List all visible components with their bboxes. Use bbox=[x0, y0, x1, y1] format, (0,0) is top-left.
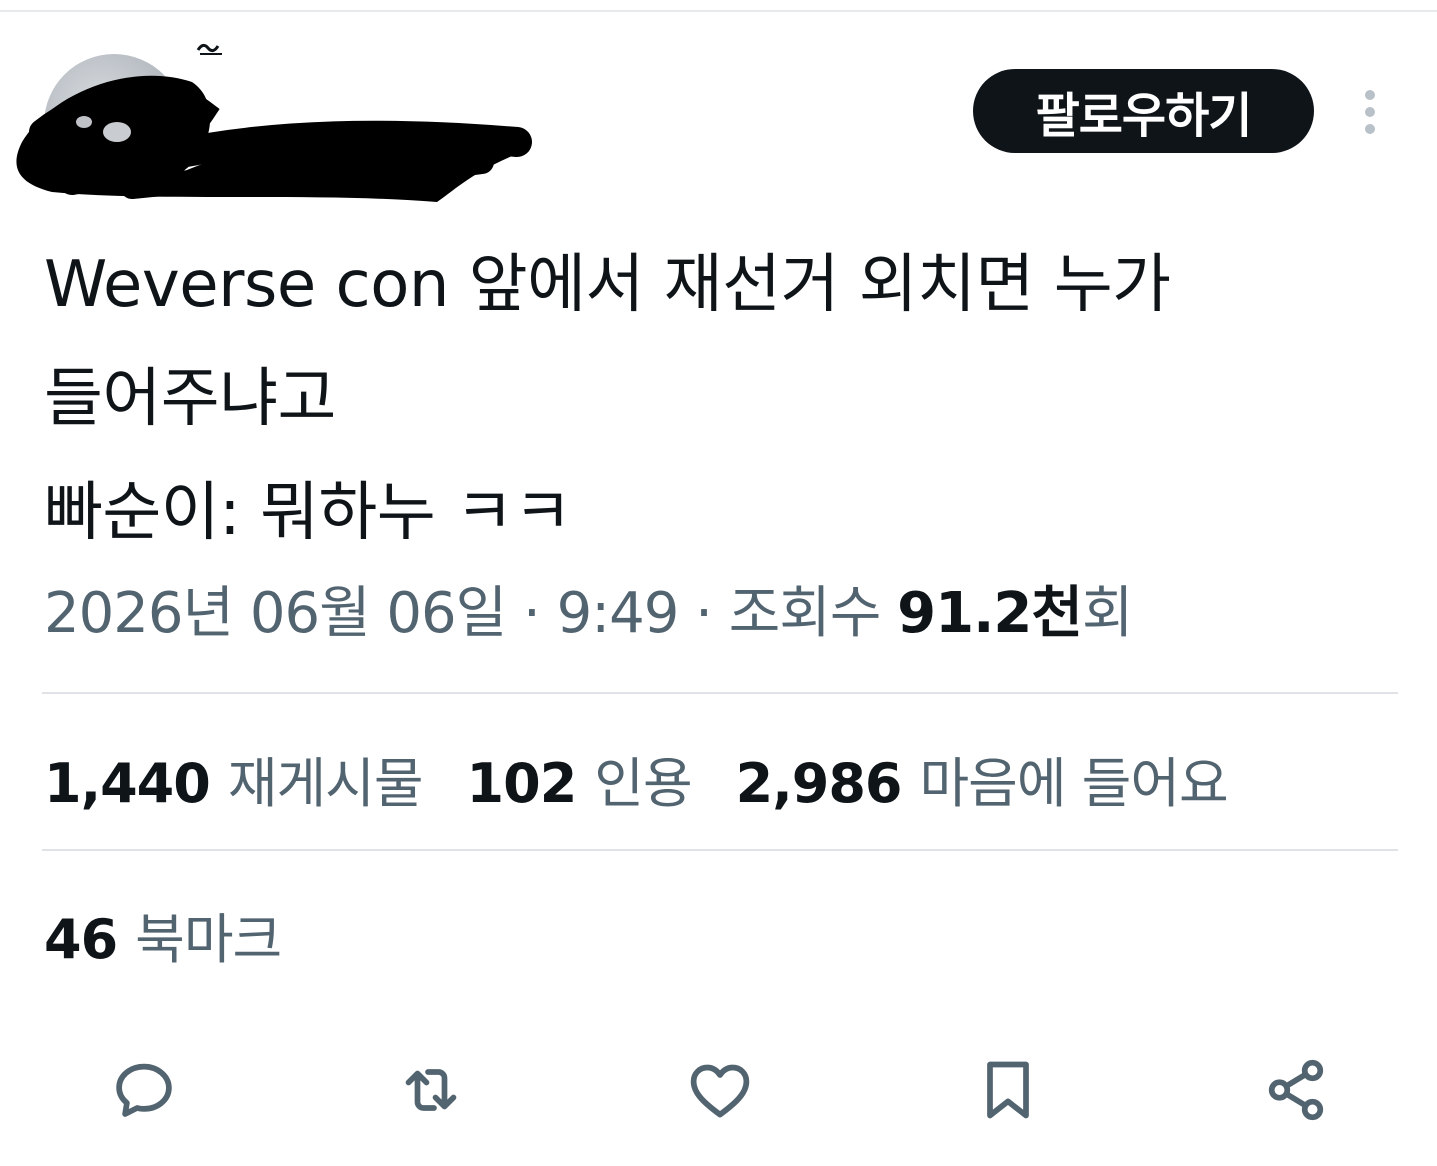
views-label: 조회수 bbox=[728, 581, 898, 646]
retweets-stat[interactable]: 1,440 재게시물 bbox=[44, 739, 424, 818]
tilde-mark bbox=[196, 43, 222, 55]
divider bbox=[42, 692, 1398, 694]
engagement-stats: 1,440 재게시물 102 인용 2,986 마음에 들어요 bbox=[44, 742, 1272, 815]
tweet-text-line: 빠순이: 뭐하누 ㅋㅋ bbox=[44, 476, 572, 550]
retweets-label: 재게시물 bbox=[227, 751, 424, 815]
share-button[interactable] bbox=[1256, 1050, 1336, 1130]
more-dot bbox=[1365, 90, 1375, 100]
author-handle[interactable]: @ i h bbox=[228, 128, 350, 179]
bookmarks-stat[interactable]: 46 북마크 bbox=[44, 895, 282, 974]
reply-icon bbox=[116, 1063, 172, 1117]
likes-count: 2,986 bbox=[735, 751, 903, 815]
meta-separator: · bbox=[506, 581, 557, 646]
more-dot bbox=[1365, 124, 1375, 134]
share-icon bbox=[1268, 1059, 1324, 1121]
more-dot bbox=[1365, 107, 1375, 117]
tweet-meta: 2026년 06월 06일 · 9:49 · 조회수 91.2천회 bbox=[44, 578, 1134, 650]
quotes-count: 102 bbox=[466, 751, 578, 815]
reply-button[interactable] bbox=[104, 1050, 184, 1130]
likes-stat[interactable]: 2,986 마음에 들어요 bbox=[735, 739, 1229, 818]
tweet-time[interactable]: 9:49 bbox=[557, 581, 680, 646]
follow-button[interactable]: 팔로우하기 bbox=[973, 69, 1314, 153]
avatar[interactable] bbox=[44, 54, 184, 194]
bookmark-button[interactable] bbox=[968, 1050, 1048, 1130]
meta-separator: · bbox=[678, 581, 729, 646]
tweet-date[interactable]: 2026년 06월 06일 bbox=[44, 581, 507, 646]
bookmarks-stat-row: 46 북마크 bbox=[44, 898, 325, 971]
likes-label: 마음에 들어요 bbox=[919, 751, 1228, 815]
tweet-detail-page: @ i h 팔로우하기 Weverse con 앞에서 재선거 외치면 누가 들… bbox=[0, 0, 1437, 1166]
bookmarks-label: 북마크 bbox=[135, 907, 282, 971]
more-options-icon[interactable] bbox=[1350, 84, 1390, 140]
views-count: 91.2천 bbox=[897, 581, 1083, 646]
top-divider bbox=[0, 10, 1437, 12]
like-button[interactable] bbox=[680, 1050, 760, 1130]
divider bbox=[42, 849, 1398, 851]
retweet-icon bbox=[405, 1069, 457, 1111]
like-icon bbox=[690, 1064, 750, 1118]
quotes-label: 인용 bbox=[594, 751, 692, 815]
tweet-text-line: 들어주냐고 bbox=[44, 362, 336, 436]
tweet-text: Weverse con 앞에서 재선거 외치면 누가 들어주냐고 빠순이: 뭐하… bbox=[44, 228, 1404, 570]
views-suffix: 회 bbox=[1081, 581, 1134, 646]
retweet-button[interactable] bbox=[391, 1050, 471, 1130]
quotes-stat[interactable]: 102 인용 bbox=[466, 739, 693, 818]
retweets-count: 1,440 bbox=[44, 751, 211, 815]
bookmarks-count: 46 bbox=[44, 907, 118, 971]
tweet-text-line: Weverse con 앞에서 재선거 외치면 누가 bbox=[44, 248, 1171, 322]
bookmark-icon bbox=[987, 1061, 1029, 1119]
